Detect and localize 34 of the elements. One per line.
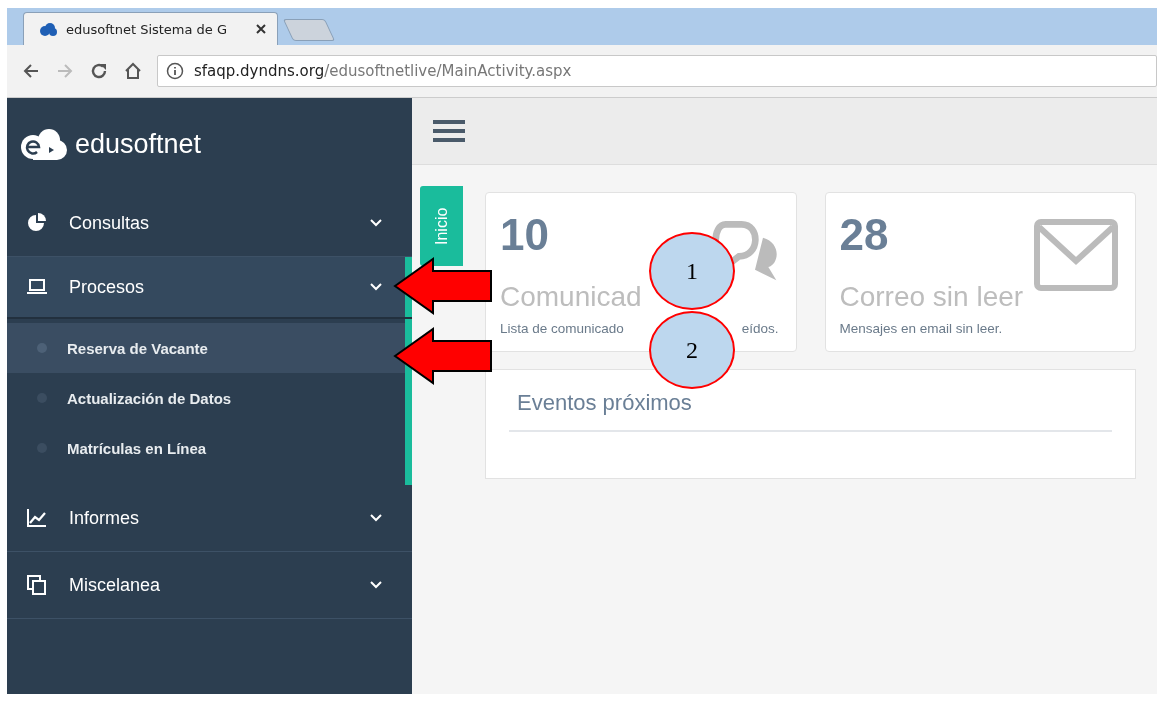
cloud-icon — [38, 21, 58, 37]
chevron-down-icon — [370, 581, 382, 589]
reload-icon[interactable] — [89, 61, 109, 81]
stat-title: Comunicad — [500, 281, 643, 313]
menu-icon[interactable] — [433, 118, 465, 144]
chevron-down-icon — [370, 283, 382, 291]
stat-description: eídos. — [741, 321, 779, 336]
stacked-squares-icon — [27, 575, 47, 595]
url-text: sfaqp.dyndns.org/edusoftnetlive/MainActivity.aspx — [194, 62, 572, 80]
panel-title: Eventos próximos — [509, 390, 1112, 432]
menu-item[interactable]: Procesos — [7, 257, 412, 319]
pie-chart-icon — [27, 213, 47, 233]
menu-item[interactable]: Miscelanea — [7, 552, 412, 619]
brand-name: edusoftnet — [75, 128, 202, 160]
chevron-down-icon — [370, 514, 382, 522]
stat-value: 28 — [839, 209, 889, 261]
cloud-logo-icon — [19, 127, 69, 161]
stat-description: Lista de comunicado — [500, 321, 624, 336]
envelope-icon — [1034, 219, 1118, 291]
close-icon[interactable] — [255, 23, 267, 35]
line-chart-icon — [27, 508, 47, 528]
submenu-item[interactable]: Reserva de Vacante — [7, 323, 405, 373]
address-bar[interactable]: sfaqp.dyndns.org/edusoftnetlive/MainActivity.aspx — [157, 55, 1157, 87]
submenu-item[interactable]: Actualización de Datos — [7, 373, 412, 423]
stat-description: Mensajes en email sin leer. — [839, 321, 1003, 336]
chevron-down-icon — [370, 219, 382, 227]
submenu-item[interactable]: Matrículas en Línea — [7, 423, 412, 473]
stat-value: 10 — [500, 209, 549, 261]
stat-title: Correo sin leer — [839, 281, 1025, 313]
browser-tab[interactable]: edusoftnet Sistema de G — [23, 12, 278, 45]
tab-title: edusoftnet Sistema de G — [66, 21, 229, 37]
info-icon — [166, 62, 184, 80]
laptop-icon — [27, 277, 47, 297]
home-icon[interactable] — [123, 61, 143, 81]
